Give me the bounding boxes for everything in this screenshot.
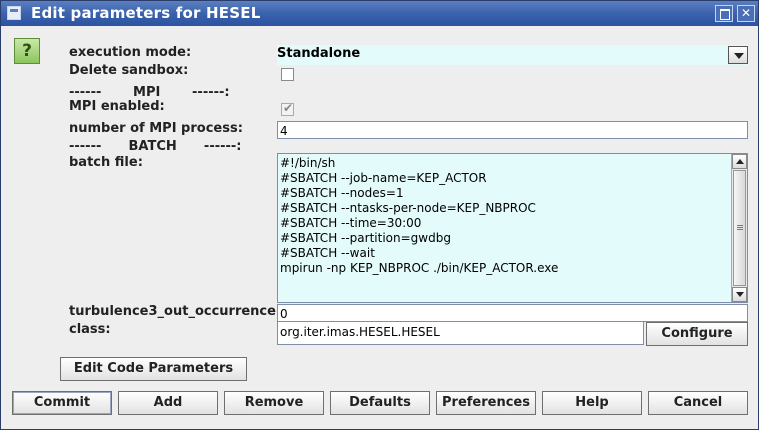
mpi-process-label: number of MPI process: <box>69 121 243 136</box>
mpi-enabled-label: MPI enabled: <box>69 99 165 114</box>
maximize-icon[interactable] <box>715 5 733 22</box>
batch-file-line: #SBATCH --job-name=KEP_ACTOR <box>280 171 487 185</box>
batch-separator: ------ BATCH ------: <box>69 139 242 154</box>
turbulence-label: turbulence3_out_occurrence: <box>69 304 282 319</box>
batch-file-label: batch file: <box>69 155 143 170</box>
scroll-thumb[interactable] <box>733 170 746 286</box>
help-button[interactable]: Help <box>542 391 642 415</box>
batch-file-lines: #!/bin/sh #SBATCH --job-name=KEP_ACTOR #SB… <box>280 156 558 276</box>
mpi-enabled-checkbox[interactable]: ✔ <box>281 101 294 116</box>
batch-file-line: #SBATCH --ntasks-per-node=KEP_NBPROC <box>280 201 536 215</box>
delete-sandbox-label: Delete sandbox: <box>69 63 189 78</box>
class-label: class: <box>69 322 111 337</box>
window-title: Edit parameters for HESEL <box>31 4 261 22</box>
turbulence-input[interactable]: 0 <box>277 304 748 322</box>
execution-mode-label: execution mode: <box>69 45 192 60</box>
batch-file-line: mpirun -np KEP_NBPROC ./bin/KEP_ACTOR.ex… <box>280 261 559 275</box>
chevron-down-icon[interactable] <box>728 46 748 64</box>
batch-file-line: #SBATCH --time=30:00 <box>280 216 422 230</box>
defaults-button[interactable]: Defaults <box>330 391 430 415</box>
window-app-icon <box>7 6 21 20</box>
cancel-button[interactable]: Cancel <box>648 391 748 415</box>
commit-button[interactable]: Commit <box>12 391 112 415</box>
execution-mode-value: Standalone <box>277 46 361 61</box>
help-icon[interactable]: ? <box>14 38 40 64</box>
configure-button[interactable]: Configure <box>646 322 748 346</box>
scroll-down-icon[interactable] <box>732 287 747 302</box>
batch-file-line: #!/bin/sh <box>280 156 336 170</box>
mpi-process-input[interactable]: 4 <box>277 121 748 139</box>
checkmark-icon: ✔ <box>283 101 294 115</box>
preferences-button[interactable]: Preferences <box>436 391 536 415</box>
delete-sandbox-checkbox[interactable] <box>281 68 294 81</box>
scroll-up-icon[interactable] <box>732 154 747 169</box>
batch-file-line: #SBATCH --wait <box>280 246 375 260</box>
execution-mode-select[interactable]: Standalone <box>277 45 748 65</box>
title-bar[interactable]: Edit parameters for HESEL ✕ <box>1 1 758 26</box>
batch-file-line: #SBATCH --partition=gwdbg <box>280 231 451 245</box>
grip-icon <box>737 225 743 230</box>
close-icon[interactable]: ✕ <box>737 5 755 22</box>
class-input[interactable]: org.iter.imas.HESEL.HESEL <box>277 321 644 345</box>
remove-button[interactable]: Remove <box>224 391 324 415</box>
mpi-separator: ------ MPI ------: <box>69 85 230 100</box>
dialog-window: Edit parameters for HESEL ✕ ? execution … <box>0 0 759 430</box>
batch-file-line: #SBATCH --nodes=1 <box>280 186 404 200</box>
add-button[interactable]: Add <box>118 391 218 415</box>
batch-file-scrollbar[interactable] <box>731 154 747 302</box>
batch-file-textarea[interactable]: #!/bin/sh #SBATCH --job-name=KEP_ACTOR #SB… <box>277 153 748 303</box>
edit-code-parameters-button[interactable]: Edit Code Parameters <box>60 357 247 381</box>
